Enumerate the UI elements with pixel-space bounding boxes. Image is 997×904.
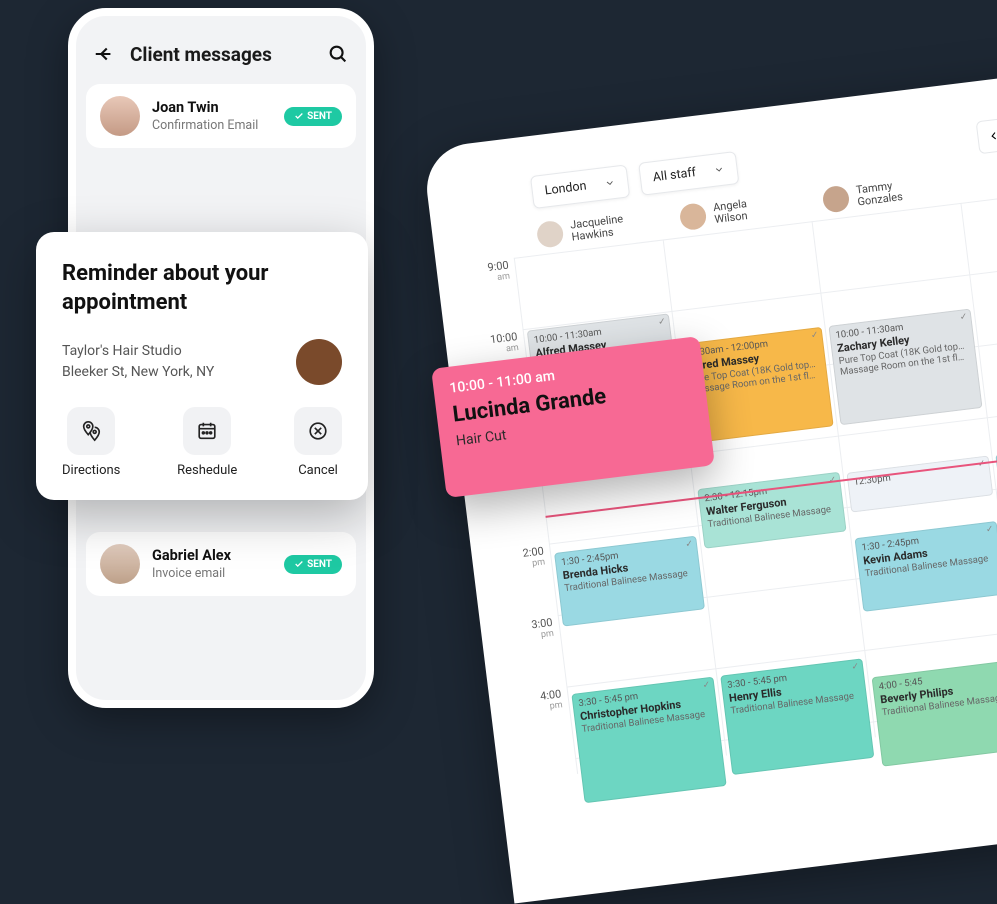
chevron-down-icon [604,177,616,189]
badge-text: SENT [307,559,332,570]
dropdown-value: All staff [652,165,697,185]
dropdown-value: London [544,178,587,198]
staff-last: Wilson [714,210,749,226]
reminder-card: Reminder about your appointment Taylor's… [36,232,368,500]
search-icon[interactable] [326,42,350,66]
calendar-event[interactable]: ✓4:00 - 5:45Beverly PhilipsTraditional B… [872,660,997,767]
status-badge: SENT [284,555,342,574]
message-sender: Gabriel Alex [152,547,231,564]
staff-last: Gonzales [857,191,904,209]
date-nav[interactable]: To [976,114,997,154]
message-sender: Joan Twin [152,99,258,116]
reminder-address: Bleeker St, New York, NY [62,362,214,383]
directions-button[interactable] [67,407,115,455]
page-title: Client messages [130,43,272,66]
calendar-event[interactable]: ✓1:30 - 2:45pmBrenda HicksTraditional Ba… [554,536,705,627]
calendar-event[interactable]: ✓3:30 - 5:45 pmChristopher HopkinsTradit… [571,677,726,804]
business-avatar [296,339,342,385]
avatar [679,202,708,231]
badge-text: SENT [307,111,332,122]
chevron-down-icon [713,163,725,175]
status-badge: SENT [284,107,342,126]
action-label: Reshedule [177,463,237,478]
calendar-event[interactable]: ✓3:30 - 5:45 pmHenry EllisTraditional Ba… [720,658,874,775]
avatar [100,96,140,136]
calendar-event[interactable]: ✓1:30 - 2:45pmKevin AdamsTraditional Bal… [854,521,997,612]
chevron-left-icon [988,130,997,142]
action-label: Cancel [298,463,338,478]
reminder-title: Reminder about your appointment [62,260,342,317]
reminder-business: Taylor's Hair Studio [62,341,214,362]
calendar-event[interactable]: ✓10:00 - 11:30amZachary KelleyPure Top C… [828,309,982,426]
action-label: Directions [62,463,120,478]
phone-header: Client messages [76,16,366,84]
cancel-button[interactable] [294,407,342,455]
staff-filter-dropdown[interactable]: All staff [638,151,740,196]
avatar [536,220,565,249]
back-icon[interactable] [92,42,116,66]
message-item[interactable]: Joan Twin Confirmation Email SENT [86,84,356,148]
message-subject: Invoice email [152,566,231,581]
message-subject: Confirmation Email [152,118,258,133]
location-dropdown[interactable]: London [530,164,630,209]
message-item[interactable]: Gabriel Alex Invoice email SENT [86,532,356,596]
reschedule-button[interactable] [183,407,231,455]
avatar [822,185,851,214]
avatar [100,544,140,584]
